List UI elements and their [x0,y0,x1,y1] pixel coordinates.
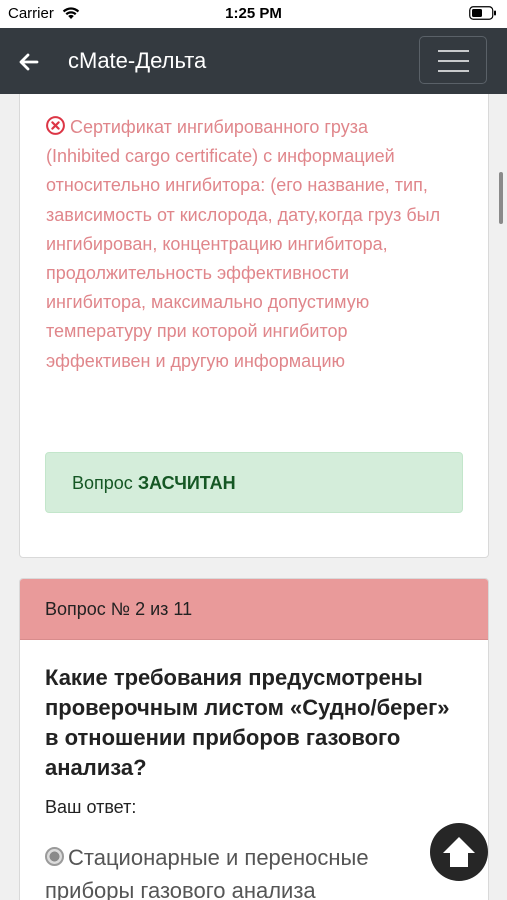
radio-button[interactable] [45,847,64,866]
previous-question-card: Сертификат ингибированного груза (Inhibi… [19,94,489,558]
your-answer-label: Ваш ответ: [45,797,137,817]
result-alert: Вопрос ЗАСЧИТАН [45,452,463,513]
wrong-answer-text: Сертификат ингибированного груза (Inhibi… [46,117,441,371]
menu-button[interactable] [419,36,487,84]
top-navbar: cMate-Дельта [0,28,507,94]
question-list[interactable]: Сертификат ингибированного груза (Inhibi… [0,94,507,900]
answer-option-text: Стационарные и переносные приборы газово… [45,845,369,900]
app-title: cMate-Дельта [68,48,207,73]
scrollbar[interactable] [499,172,503,224]
current-question-card: Вопрос № 2 из 11 Какие требования предус… [19,578,489,900]
status-time: 1:25 PM [225,5,282,22]
result-prefix: Вопрос [72,473,133,493]
question-text: Какие требования предусмотрены проверочн… [45,665,450,780]
result-status: ЗАСЧИТАН [137,473,236,493]
wrong-answer: Сертификат ингибированного груза (Inhibi… [46,113,446,376]
status-bar: Carrier 1:25 PM [0,0,507,28]
battery-icon [469,6,496,20]
question-number-header: Вопрос № 2 из 11 [20,579,488,640]
scroll-to-top-button[interactable] [430,823,488,881]
answer-option[interactable]: Стационарные и переносные приборы газово… [45,841,445,900]
circle-x-icon [46,116,65,135]
arrow-left-icon[interactable] [16,49,42,75]
arrow-up-circle-icon [443,837,475,867]
